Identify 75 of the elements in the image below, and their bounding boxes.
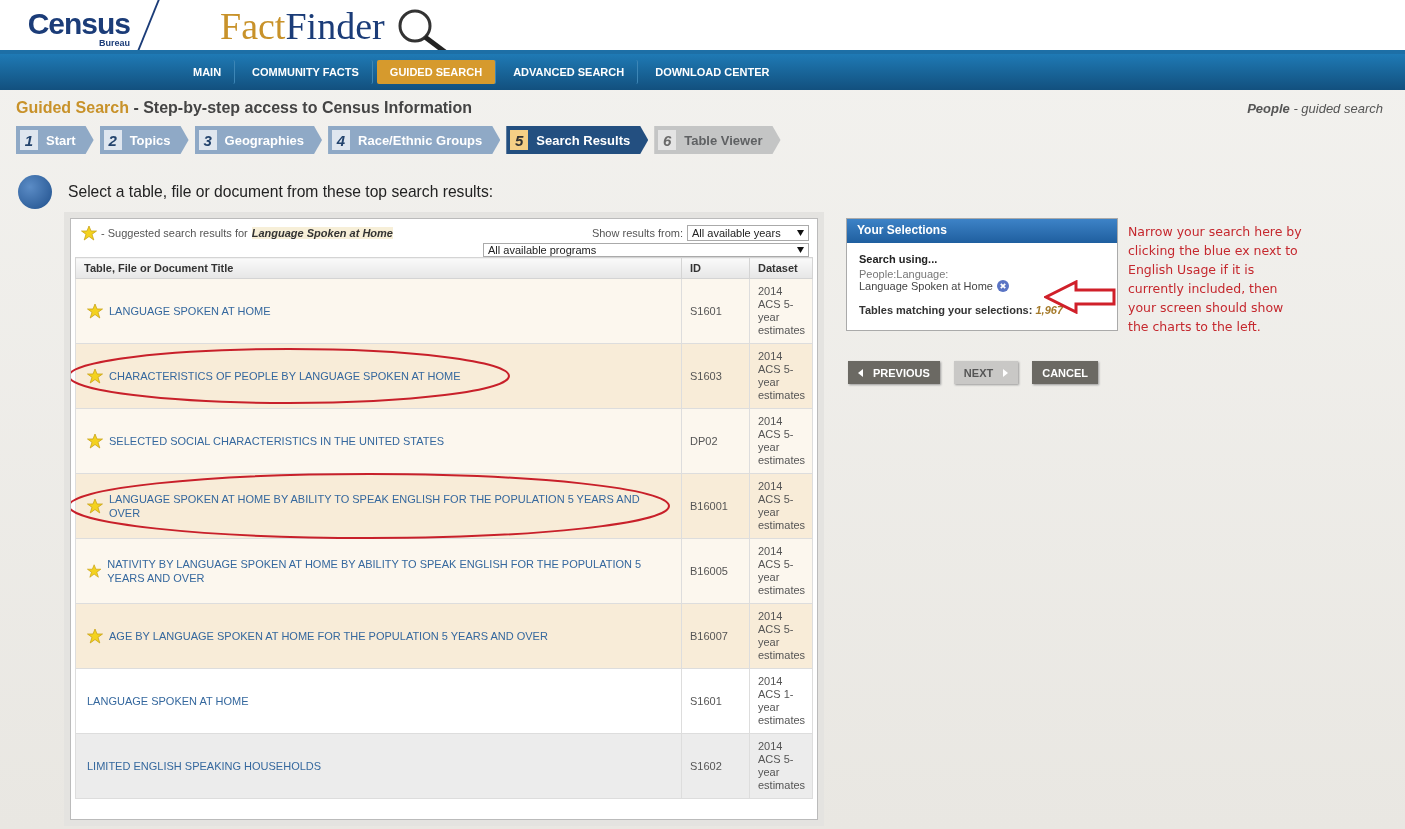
dataset-cell: 2014 ACS 5-year estimates	[749, 343, 813, 409]
star-icon	[87, 368, 103, 384]
table-title-link[interactable]: LANGUAGE SPOKEN AT HOME	[109, 304, 271, 318]
dataset-cell: 2014 ACS 5-year estimates	[749, 473, 813, 539]
step-tab[interactable]: 5 Search Results	[506, 126, 649, 154]
step-tab[interactable]: 3 Geographies	[194, 126, 323, 154]
matching-label: Tables matching your selections:	[859, 304, 1033, 316]
context-topic: People	[1247, 100, 1290, 116]
dataset-cell: 2014 ACS 5-year estimates	[749, 538, 813, 604]
table-title-link[interactable]: SELECTED SOCIAL CHARACTERISTICS IN THE UNITED STATES	[109, 434, 445, 448]
table-id: S1601	[681, 278, 750, 344]
column-header: Table, File or Document Title	[75, 257, 682, 279]
caret-icon	[858, 368, 863, 377]
caret-icon	[797, 230, 804, 236]
column-header: ID	[681, 257, 750, 279]
nav-button[interactable]: PREVIOUS	[848, 361, 940, 384]
result-row[interactable]: AGE BY LANGUAGE SPOKEN AT HOME FOR THE POPULATION 5 YEARS AND OVER B16007 2014 ACS 5-year estimates	[75, 603, 813, 669]
table-id: S1601	[681, 668, 750, 734]
table-id: DP02	[681, 408, 750, 474]
program-dropdown[interactable]: All available programs	[483, 243, 809, 257]
column-header: Dataset	[749, 257, 813, 279]
nav-button[interactable]: CANCEL	[1032, 361, 1099, 384]
remove-icon[interactable]	[996, 280, 1009, 292]
table-title-link[interactable]: LANGUAGE SPOKEN AT HOME	[87, 694, 249, 708]
product-name-second: Finder	[285, 5, 385, 47]
dataset-cell: 2014 ACS 1-year estimates	[749, 668, 813, 734]
step-tab[interactable]: 1 Start	[16, 126, 94, 154]
dataset-cell: 2014 ACS 5-year estimates	[749, 278, 813, 344]
table-id: S1602	[681, 733, 750, 799]
page-title: Guided Search	[16, 99, 129, 116]
suggested-label: - Suggested search results for	[101, 227, 248, 239]
matching-count: 1,967	[1035, 304, 1063, 316]
table-id: B16005	[681, 538, 750, 604]
table-title-link[interactable]: AGE BY LANGUAGE SPOKEN AT HOME FOR THE POPULATION 5 YEARS AND OVER	[109, 629, 548, 643]
step-tab[interactable]: 2 Topics	[99, 126, 189, 154]
annotation-note: Narrow your search here by clicking the blue ex next to English Usage if it is currently included, then your screen should show the charts to the left.	[1128, 223, 1303, 336]
product-name-first: Fact	[220, 5, 286, 47]
instruction-text: Select a table, file or document from these top search results:	[68, 182, 494, 202]
selections-header: Your Selections	[847, 219, 1117, 243]
dataset-cell: 2014 ACS 5-year estimates	[749, 733, 813, 799]
logo-subtitle: Bureau	[99, 38, 130, 48]
table-id: B16001	[681, 473, 750, 539]
search-using-label: Search using...	[859, 253, 939, 265]
step-tab[interactable]: 4 Race/Ethnic Groups	[328, 126, 501, 154]
result-row[interactable]: LANGUAGE SPOKEN AT HOME S1601 2014 ACS 5-year estimates	[75, 278, 813, 344]
table-title-link[interactable]: LIMITED ENGLISH SPEAKING HOUSEHOLDS	[87, 759, 322, 773]
dataset-cell: 2014 ACS 5-year estimates	[749, 408, 813, 474]
star-icon	[87, 433, 103, 449]
step-bullet-icon	[18, 175, 52, 209]
filter-label: Show results from:	[591, 227, 683, 239]
nav-tab[interactable]: MAIN	[180, 60, 236, 84]
logo-wordmark: Census	[27, 10, 130, 38]
result-row[interactable]: LANGUAGE SPOKEN AT HOME S1601 2014 ACS 1-year estimates	[75, 668, 813, 734]
star-icon	[87, 628, 103, 644]
table-id: S1603	[681, 343, 750, 409]
page-subtitle: - Step-by-step access to Census Information	[133, 99, 473, 116]
nav-tab[interactable]: DOWNLOAD CENTER	[642, 60, 783, 84]
table-id: B16007	[681, 603, 750, 669]
year-dropdown[interactable]: All available years	[687, 225, 809, 241]
caret-icon	[1003, 368, 1009, 377]
criterion-text: Language Spoken at Home	[859, 280, 993, 292]
nav-tab[interactable]: COMMUNITY FACTS	[239, 60, 373, 84]
result-row[interactable]: SELECTED SOCIAL CHARACTERISTICS IN THE UNITED STATES DP02 2014 ACS 5-year estimates	[75, 408, 813, 474]
star-icon	[87, 498, 103, 514]
context-mode: - guided search	[1293, 100, 1383, 116]
search-query: Language Spoken at Home	[251, 227, 393, 239]
caret-icon	[797, 247, 804, 253]
star-icon	[87, 563, 102, 579]
dataset-cell: 2014 ACS 5-year estimates	[749, 603, 813, 669]
result-row[interactable]: LIMITED ENGLISH SPEAKING HOUSEHOLDS S1602 2014 ACS 5-year estimates	[75, 733, 813, 799]
result-row[interactable]: NATIVITY BY LANGUAGE SPOKEN AT HOME BY ABILITY TO SPEAK ENGLISH FOR THE POPULATION 5 YEARS AND OVER B16005 2014 ACS 5-year estimates	[75, 538, 813, 604]
star-icon	[81, 225, 97, 241]
nav-tab[interactable]: ADVANCED SEARCH	[500, 60, 639, 84]
star-icon	[87, 303, 103, 319]
criterion-path: People:Language:	[859, 268, 950, 280]
